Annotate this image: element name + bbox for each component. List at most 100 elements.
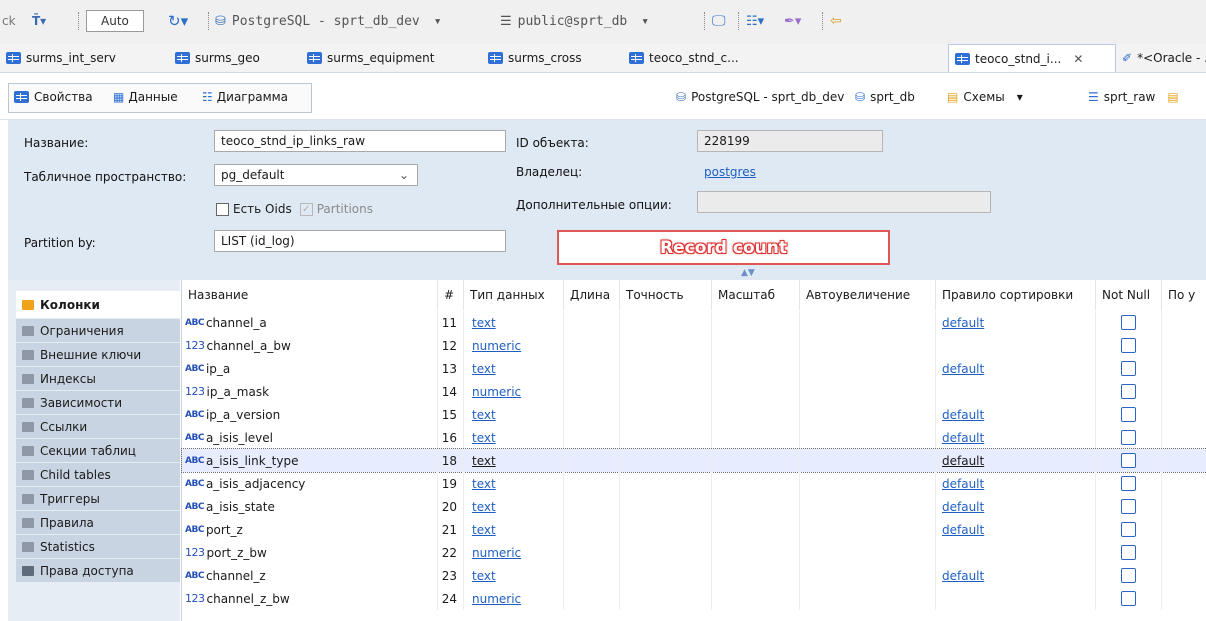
- cell-length[interactable]: [564, 541, 620, 564]
- not-null-checkbox[interactable]: [1121, 361, 1136, 376]
- cell-name[interactable]: ABC a_isis_level: [182, 426, 438, 449]
- cell-precision[interactable]: [620, 380, 712, 403]
- tab-oracle[interactable]: ✐ *<Oracle - .: [1122, 44, 1206, 72]
- not-null-checkbox[interactable]: [1121, 315, 1136, 330]
- collation-link[interactable]: default: [942, 523, 984, 537]
- cell-collation[interactable]: default: [936, 495, 1096, 518]
- nav-item-indexes[interactable]: Индексы: [16, 367, 180, 391]
- cell-autoinc[interactable]: [800, 357, 936, 380]
- cell-default[interactable]: [1162, 495, 1206, 518]
- column-header-precision[interactable]: Точность: [620, 280, 712, 310]
- cell-notnull[interactable]: [1096, 541, 1162, 564]
- not-null-checkbox[interactable]: [1121, 384, 1136, 399]
- oids-checkbox[interactable]: [216, 202, 229, 216]
- column-header-autoinc[interactable]: Автоувеличение: [800, 280, 936, 310]
- nav-item-statistics[interactable]: Statistics: [16, 535, 180, 559]
- cell-num[interactable]: 20: [438, 495, 464, 518]
- cell-name[interactable]: ABC port_z: [182, 518, 438, 541]
- cell-precision[interactable]: [620, 311, 712, 334]
- cell-name[interactable]: ABC ip_a: [182, 357, 438, 380]
- cell-collation[interactable]: default: [936, 472, 1096, 495]
- cell-scale[interactable]: [712, 311, 800, 334]
- cell-type[interactable]: numeric: [464, 334, 564, 357]
- navigator-icon[interactable]: ☷▾: [746, 10, 764, 32]
- cell-autoinc[interactable]: [800, 426, 936, 449]
- cell-collation[interactable]: default: [936, 518, 1096, 541]
- cell-collation[interactable]: default: [936, 311, 1096, 334]
- breadcrumb-connection[interactable]: ⛁ PostgreSQL - sprt_db_dev: [676, 85, 844, 109]
- breadcrumb-schema[interactable]: ☰ sprt_raw ▤: [1088, 85, 1179, 109]
- owner-link[interactable]: postgres: [704, 165, 756, 179]
- cell-scale[interactable]: [712, 380, 800, 403]
- cell-default[interactable]: [1162, 472, 1206, 495]
- cell-autoinc[interactable]: [800, 311, 936, 334]
- table-row[interactable]: ABC a_isis_link_type 18 text default: [181, 448, 1206, 473]
- cell-num[interactable]: 24: [438, 587, 464, 610]
- cell-collation[interactable]: default: [936, 564, 1096, 587]
- cell-type[interactable]: numeric: [464, 541, 564, 564]
- cell-name[interactable]: ABC ip_a_version: [182, 403, 438, 426]
- cell-default[interactable]: [1162, 518, 1206, 541]
- cell-num[interactable]: 19: [438, 472, 464, 495]
- table-row[interactable]: ABC channel_a 11 text default: [182, 311, 1206, 334]
- cell-type[interactable]: text: [464, 518, 564, 541]
- cell-num[interactable]: 14: [438, 380, 464, 403]
- cell-default[interactable]: [1162, 564, 1206, 587]
- nav-item-references[interactable]: Ссылки: [16, 415, 180, 439]
- cell-notnull[interactable]: [1096, 587, 1162, 610]
- cell-default[interactable]: [1162, 357, 1206, 380]
- cell-notnull[interactable]: [1096, 334, 1162, 357]
- cell-precision[interactable]: [620, 403, 712, 426]
- collation-link[interactable]: default: [942, 316, 984, 330]
- tablespace-select[interactable]: pg_default ⌄: [214, 164, 418, 186]
- cell-notnull[interactable]: [1096, 495, 1162, 518]
- cell-notnull[interactable]: [1096, 380, 1162, 403]
- cell-length[interactable]: [564, 472, 620, 495]
- data-type-link[interactable]: text: [472, 569, 496, 583]
- not-null-checkbox[interactable]: [1121, 453, 1136, 468]
- cell-precision[interactable]: [620, 334, 712, 357]
- table-row[interactable]: ABC a_isis_level 16 text default: [182, 426, 1206, 449]
- column-header-length[interactable]: Длина: [564, 280, 620, 310]
- cell-collation[interactable]: default: [936, 357, 1096, 380]
- cell-scale[interactable]: [712, 472, 800, 495]
- cell-length[interactable]: [564, 357, 620, 380]
- not-null-checkbox[interactable]: [1121, 499, 1136, 514]
- table-name-field[interactable]: teoco_stnd_ip_links_raw: [214, 130, 506, 152]
- cell-precision[interactable]: [620, 357, 712, 380]
- cell-default[interactable]: [1162, 311, 1206, 334]
- cell-name[interactable]: 123 ip_a_mask: [182, 380, 438, 403]
- cell-autoinc[interactable]: [800, 449, 936, 472]
- cell-type[interactable]: text: [464, 403, 564, 426]
- tools-icon[interactable]: ✒▾: [784, 10, 801, 32]
- cell-type[interactable]: text: [464, 449, 564, 472]
- nav-item-constraints[interactable]: Ограничения: [16, 319, 180, 343]
- cell-precision[interactable]: [620, 472, 712, 495]
- cell-length[interactable]: [564, 518, 620, 541]
- not-null-checkbox[interactable]: [1121, 430, 1136, 445]
- cell-length[interactable]: [564, 380, 620, 403]
- tab-data[interactable]: ▦ Данные: [113, 85, 178, 109]
- connection-selector[interactable]: ⛁ PostgreSQL - sprt_db_dev ▾: [215, 10, 442, 32]
- column-header-notnull[interactable]: Not Null: [1096, 280, 1162, 310]
- collation-link[interactable]: default: [942, 362, 984, 376]
- cell-autoinc[interactable]: [800, 403, 936, 426]
- breadcrumb-database[interactable]: ⛁ sprt_db: [855, 85, 915, 109]
- cell-length[interactable]: [564, 403, 620, 426]
- cell-num[interactable]: 16: [438, 426, 464, 449]
- cell-type[interactable]: text: [464, 495, 564, 518]
- cell-scale[interactable]: [712, 541, 800, 564]
- cell-type[interactable]: text: [464, 357, 564, 380]
- cell-autoinc[interactable]: [800, 564, 936, 587]
- extra-options-field[interactable]: [697, 191, 991, 213]
- cell-num[interactable]: 11: [438, 311, 464, 334]
- nav-item-dependencies[interactable]: Зависимости: [16, 391, 180, 415]
- cell-notnull[interactable]: [1096, 518, 1162, 541]
- cell-collation[interactable]: [936, 541, 1096, 564]
- cell-scale[interactable]: [712, 587, 800, 610]
- column-header-scale[interactable]: Масштаб: [712, 280, 800, 310]
- column-header-name[interactable]: Название: [182, 280, 438, 310]
- cell-precision[interactable]: [620, 495, 712, 518]
- back-icon[interactable]: ⇦: [830, 10, 842, 32]
- cell-autoinc[interactable]: [800, 472, 936, 495]
